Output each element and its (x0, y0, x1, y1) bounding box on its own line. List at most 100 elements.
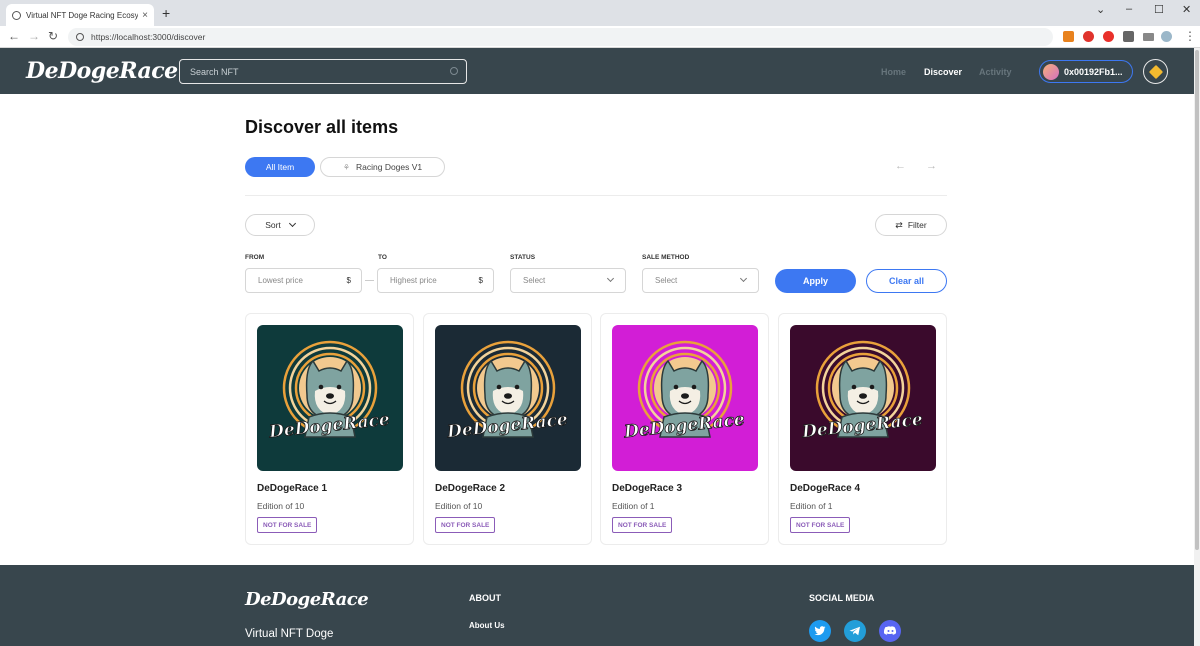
next-arrow-icon[interactable]: → (926, 160, 937, 172)
nft-image[interactable]: DeDogeRace (790, 325, 936, 471)
sale-method-select[interactable]: Select (642, 268, 759, 293)
nft-edition: Edition of 10 (257, 501, 305, 511)
collection-icon: ⚘ (342, 162, 350, 172)
twitter-icon[interactable] (809, 620, 831, 642)
doge-artwork: DeDogeRace (612, 325, 758, 471)
nft-card[interactable]: DeDogeRace DeDogeRace 1 Edition of 10 NO… (245, 313, 414, 545)
address-bar[interactable]: https://localhost:3000/discover (68, 28, 1053, 46)
about-us-link[interactable]: About Us (469, 621, 505, 630)
lowest-price-placeholder: Lowest price (258, 276, 303, 285)
nav-discover[interactable]: Discover (924, 67, 962, 77)
currency-symbol: $ (346, 276, 351, 285)
tab-all-item[interactable]: All Item (245, 157, 315, 177)
nft-card[interactable]: DeDogeRace DeDogeRace 3 Edition of 1 NOT… (600, 313, 769, 545)
page-title: Discover all items (245, 117, 399, 137)
bnb-icon (1148, 64, 1163, 79)
new-tab-button[interactable]: + (162, 6, 170, 20)
browser-tab-strip: Virtual NFT Doge Racing Ecosyst × + ⌄ – … (0, 0, 1200, 26)
apply-button[interactable]: Apply (775, 269, 856, 293)
nft-image[interactable]: DeDogeRace (435, 325, 581, 471)
status-select[interactable]: Select (510, 268, 626, 293)
chevron-down-icon (739, 274, 748, 283)
highest-price-placeholder: Highest price (390, 276, 437, 285)
wallet-avatar (1043, 63, 1059, 80)
profile-avatar-icon[interactable] (1161, 31, 1172, 42)
nft-title[interactable]: DeDogeRace 1 (257, 483, 327, 494)
minimize-button[interactable]: – (1126, 3, 1132, 15)
tab-search-icon[interactable]: ⌄ (1096, 3, 1105, 16)
filter-button[interactable]: ⇄ Filter (875, 214, 947, 236)
reading-list-icon[interactable] (1143, 33, 1154, 41)
sliders-icon: ⇄ (895, 219, 903, 230)
nft-title[interactable]: DeDogeRace 2 (435, 483, 505, 494)
nft-title[interactable]: DeDogeRace 3 (612, 483, 682, 494)
status-label: STATUS (510, 254, 536, 261)
telegram-icon[interactable] (844, 620, 866, 642)
chevron-down-icon (606, 274, 615, 283)
search-placeholder: Search NFT (190, 66, 239, 77)
lowest-price-input[interactable]: Lowest price $ (245, 268, 362, 293)
close-window-button[interactable]: ✕ (1182, 3, 1191, 16)
nav-activity[interactable]: Activity (979, 67, 1012, 77)
chrome-menu-icon[interactable]: ⋮ (1184, 29, 1196, 43)
back-icon[interactable]: ← (8, 29, 20, 43)
nft-title[interactable]: DeDogeRace 4 (790, 483, 860, 494)
sort-label: Sort (265, 220, 281, 230)
tab-racing-doges-v1[interactable]: ⚘ Racing Doges V1 (320, 157, 445, 177)
doge-artwork: DeDogeRace (435, 325, 581, 471)
highest-price-input[interactable]: Highest price $ (377, 268, 494, 293)
discord-icon[interactable] (879, 620, 901, 642)
status-badge: NOT FOR SALE (435, 517, 496, 533)
from-label: FROM (245, 254, 265, 261)
nft-image[interactable]: DeDogeRace (257, 325, 403, 471)
tab-title: Virtual NFT Doge Racing Ecosyst (26, 10, 139, 20)
maximize-button[interactable]: ☐ (1154, 3, 1164, 16)
doge-artwork: DeDogeRace (257, 325, 403, 471)
currency-symbol: $ (478, 276, 483, 285)
extensions-puzzle-icon[interactable] (1123, 31, 1134, 42)
url-text: https://localhost:3000/discover (91, 32, 206, 42)
prev-arrow-icon[interactable]: ← (895, 160, 906, 172)
network-button[interactable] (1143, 59, 1168, 84)
nav-home[interactable]: Home (881, 67, 906, 77)
metamask-extension-icon[interactable] (1063, 31, 1074, 42)
status-badge: NOT FOR SALE (257, 517, 318, 533)
nft-edition: Edition of 10 (435, 501, 483, 511)
footer-logo[interactable]: DeDogeRace (245, 589, 369, 610)
sale-method-select-value: Select (655, 276, 678, 285)
status-badge: NOT FOR SALE (790, 517, 851, 533)
status-badge: NOT FOR SALE (612, 517, 673, 533)
to-label: TO (378, 254, 387, 261)
browser-tab[interactable]: Virtual NFT Doge Racing Ecosyst × (6, 4, 154, 26)
opera-extension-icon[interactable] (1103, 31, 1114, 42)
social-media-heading: SOCIAL MEDIA (809, 593, 875, 603)
filter-label: Filter (907, 220, 927, 230)
site-info-icon[interactable] (76, 33, 84, 41)
clear-all-button[interactable]: Clear all (866, 269, 947, 293)
nft-card[interactable]: DeDogeRace DeDogeRace 4 Edition of 1 NOT… (778, 313, 947, 545)
wallet-address: 0x00192Fb1... (1064, 66, 1123, 77)
nft-card[interactable]: DeDogeRace DeDogeRace 2 Edition of 10 NO… (423, 313, 592, 545)
nft-edition: Edition of 1 (612, 501, 655, 511)
search-icon[interactable] (450, 67, 458, 75)
footer-tagline: Virtual NFT Doge (245, 628, 334, 640)
scrollbar-thumb[interactable] (1195, 50, 1199, 550)
divider (245, 195, 947, 196)
search-input[interactable]: Search NFT (179, 59, 467, 84)
about-heading: ABOUT (469, 593, 501, 603)
forward-icon[interactable]: → (28, 29, 40, 43)
browser-toolbar: ← → ↻ https://localhost:3000/discover ⋮ (0, 26, 1200, 48)
tab-label: Racing Doges V1 (356, 162, 423, 172)
nft-image[interactable]: DeDogeRace (612, 325, 758, 471)
sort-button[interactable]: Sort (245, 214, 315, 236)
site-logo[interactable]: DeDogeRace (26, 58, 178, 84)
status-select-value: Select (523, 276, 546, 285)
wallet-button[interactable]: 0x00192Fb1... (1039, 60, 1133, 83)
sale-method-label: SALE METHOD (642, 254, 690, 261)
reload-icon[interactable]: ↻ (48, 29, 58, 43)
site-footer: DeDogeRace Virtual NFT Doge ABOUT About … (0, 565, 1200, 646)
nft-edition: Edition of 1 (790, 501, 833, 511)
adblock-extension-icon[interactable] (1083, 31, 1094, 42)
chevron-down-icon (288, 219, 296, 228)
tab-close-icon[interactable]: × (142, 10, 148, 21)
